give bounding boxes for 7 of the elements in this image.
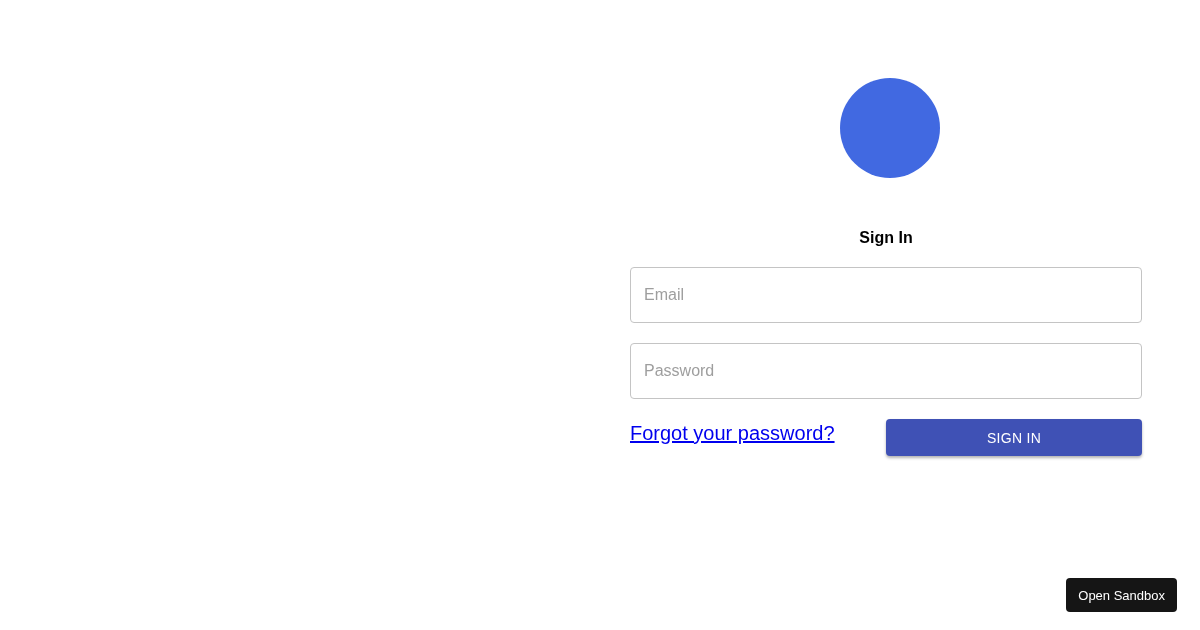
input-field[interactable]: Password xyxy=(630,343,1142,399)
input-field[interactable]: Email xyxy=(630,267,1142,323)
forgot-password-link[interactable]: Forgot your password? xyxy=(630,422,835,445)
form-title: Sign In xyxy=(858,228,914,247)
open-sandbox-button[interactable]: Open Sandbox xyxy=(1066,578,1177,612)
sign-in-button[interactable]: SIGN IN xyxy=(886,419,1142,456)
circle-icon xyxy=(840,78,940,178)
